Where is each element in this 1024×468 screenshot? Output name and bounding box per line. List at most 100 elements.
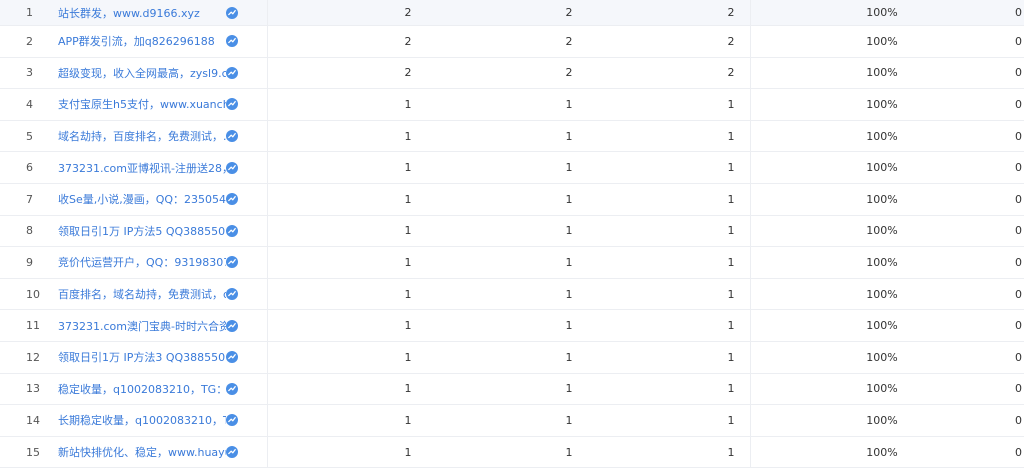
row-index: 3 <box>26 66 33 80</box>
trend-chart-icon[interactable] <box>225 342 239 373</box>
column-divider <box>267 26 268 57</box>
column-divider <box>267 247 268 278</box>
trend-chart-icon[interactable] <box>225 0 239 25</box>
metric-last: 0 <box>1015 97 1022 111</box>
column-divider <box>750 341 751 373</box>
percentage: 100% <box>866 224 898 238</box>
table-row: 13 稳定收量，q1002083210，TG：xi... 1 1 1 100% 0 <box>0 373 1024 406</box>
source-link[interactable]: 长期稳定收量，q1002083210，TG... <box>58 405 226 436</box>
row-index: 13 <box>26 382 40 396</box>
source-link[interactable]: APP群发引流，加q826296188 <box>58 26 226 57</box>
row-index: 6 <box>26 161 33 175</box>
source-link[interactable]: 站长群发，www.d9166.xyz <box>58 0 226 25</box>
metric-last: 0 <box>1015 255 1022 269</box>
trend-chart-icon[interactable] <box>225 310 239 341</box>
trend-chart-icon[interactable] <box>225 89 239 120</box>
percentage: 100% <box>866 382 898 396</box>
metric-3: 1 <box>727 382 735 396</box>
metric-1: 1 <box>404 129 412 143</box>
trend-chart-icon[interactable] <box>225 216 239 247</box>
metric-last: 0 <box>1015 382 1022 396</box>
metric-last: 0 <box>1015 319 1022 333</box>
trend-chart-icon[interactable] <box>225 152 239 183</box>
metric-last: 0 <box>1015 161 1022 175</box>
table-row: 6 373231.com亚博视讯-注册送28，... 1 1 1 100% 0 <box>0 152 1024 184</box>
trend-chart-icon[interactable] <box>225 247 239 278</box>
source-link[interactable]: 域名劫持，百度排名，免费测试，... <box>58 121 226 152</box>
row-index: 9 <box>26 255 33 269</box>
row-index: 10 <box>26 287 40 301</box>
metric-3: 1 <box>727 319 735 333</box>
metric-2: 1 <box>565 382 573 396</box>
column-divider <box>267 373 268 405</box>
source-link[interactable]: 稳定收量，q1002083210，TG：xi... <box>58 374 226 405</box>
trend-chart-icon[interactable] <box>225 279 239 310</box>
percentage: 100% <box>866 66 898 80</box>
referrer-table: 1 站长群发，www.d9166.xyz 2 2 2 100% 0 2 APP群发引流，加q82… <box>0 0 1024 468</box>
metric-2: 1 <box>565 255 573 269</box>
metric-3: 1 <box>727 192 735 206</box>
trend-chart-icon[interactable] <box>225 374 239 405</box>
column-divider <box>267 310 268 341</box>
table-row: 12 领取日引1万 IP方法3 QQ38855079 1 1 1 100% 0 <box>0 341 1024 374</box>
source-link[interactable]: 支付宝原生h5支付，www.xuanchu... <box>58 89 226 120</box>
percentage: 100% <box>866 287 898 301</box>
trend-chart-icon[interactable] <box>225 184 239 215</box>
source-link[interactable]: 373231.com亚博视讯-注册送28，... <box>58 152 226 183</box>
metric-1: 1 <box>404 382 412 396</box>
trend-chart-icon[interactable] <box>225 26 239 57</box>
metric-2: 1 <box>565 350 573 364</box>
percentage: 100% <box>866 97 898 111</box>
table-row: 11 373231.com澳门宝典-时时六合资... 1 1 1 100% 0 <box>0 310 1024 342</box>
percentage: 100% <box>866 413 898 427</box>
row-index: 12 <box>26 350 40 364</box>
row-index: 8 <box>26 224 33 238</box>
percentage: 100% <box>866 161 898 175</box>
metric-last: 0 <box>1015 66 1022 80</box>
column-divider <box>750 89 751 120</box>
row-index: 7 <box>26 192 33 206</box>
source-link[interactable]: 373231.com澳门宝典-时时六合资... <box>58 310 226 341</box>
metric-2: 1 <box>565 97 573 111</box>
table-row: 10 百度排名，域名劫持，免费测试，q... 1 1 1 100% 0 <box>0 278 1024 311</box>
column-divider <box>267 183 268 215</box>
column-divider <box>750 215 751 247</box>
percentage: 100% <box>866 350 898 364</box>
column-divider <box>267 215 268 247</box>
row-index: 14 <box>26 413 40 427</box>
source-link[interactable]: 竞价代运营开户，QQ：931983070... <box>58 247 226 278</box>
metric-1: 1 <box>404 161 412 175</box>
metric-2: 1 <box>565 224 573 238</box>
row-index: 4 <box>26 97 33 111</box>
metric-3: 2 <box>727 34 735 48</box>
source-link[interactable]: 收Se量,小说,漫画，QQ：2350549... <box>58 184 226 215</box>
row-index: 5 <box>26 129 33 143</box>
table-row: 15 新站快排优化、稳定，www.huayu... 1 1 1 100% 0 <box>0 436 1024 468</box>
metric-1: 1 <box>404 350 412 364</box>
column-divider <box>750 247 751 278</box>
metric-1: 1 <box>404 413 412 427</box>
metric-1: 1 <box>404 287 412 301</box>
percentage: 100% <box>866 6 898 19</box>
table-row: 4 支付宝原生h5支付，www.xuanchu... 1 1 1 100% 0 <box>0 89 1024 121</box>
metric-2: 1 <box>565 129 573 143</box>
metric-3: 1 <box>727 287 735 301</box>
trend-chart-icon[interactable] <box>225 58 239 89</box>
column-divider <box>750 278 751 310</box>
source-link[interactable]: 领取日引1万 IP方法3 QQ38855079 <box>58 342 226 373</box>
trend-chart-icon[interactable] <box>225 121 239 152</box>
trend-chart-icon[interactable] <box>225 405 239 436</box>
source-link[interactable]: 领取日引1万 IP方法5 QQ38855079 <box>58 216 226 247</box>
percentage: 100% <box>866 255 898 269</box>
metric-3: 1 <box>727 255 735 269</box>
column-divider <box>750 405 751 436</box>
metric-1: 1 <box>404 319 412 333</box>
metric-last: 0 <box>1015 224 1022 238</box>
column-divider <box>750 26 751 57</box>
metric-1: 2 <box>404 66 412 80</box>
source-link[interactable]: 超级变现，收入全网最高，zysl9.com <box>58 58 226 89</box>
metric-2: 2 <box>565 6 573 19</box>
table-row: 7 收Se量,小说,漫画，QQ：2350549... 1 1 1 100% 0 <box>0 183 1024 216</box>
percentage: 100% <box>866 319 898 333</box>
source-link[interactable]: 百度排名，域名劫持，免费测试，q... <box>58 279 226 310</box>
